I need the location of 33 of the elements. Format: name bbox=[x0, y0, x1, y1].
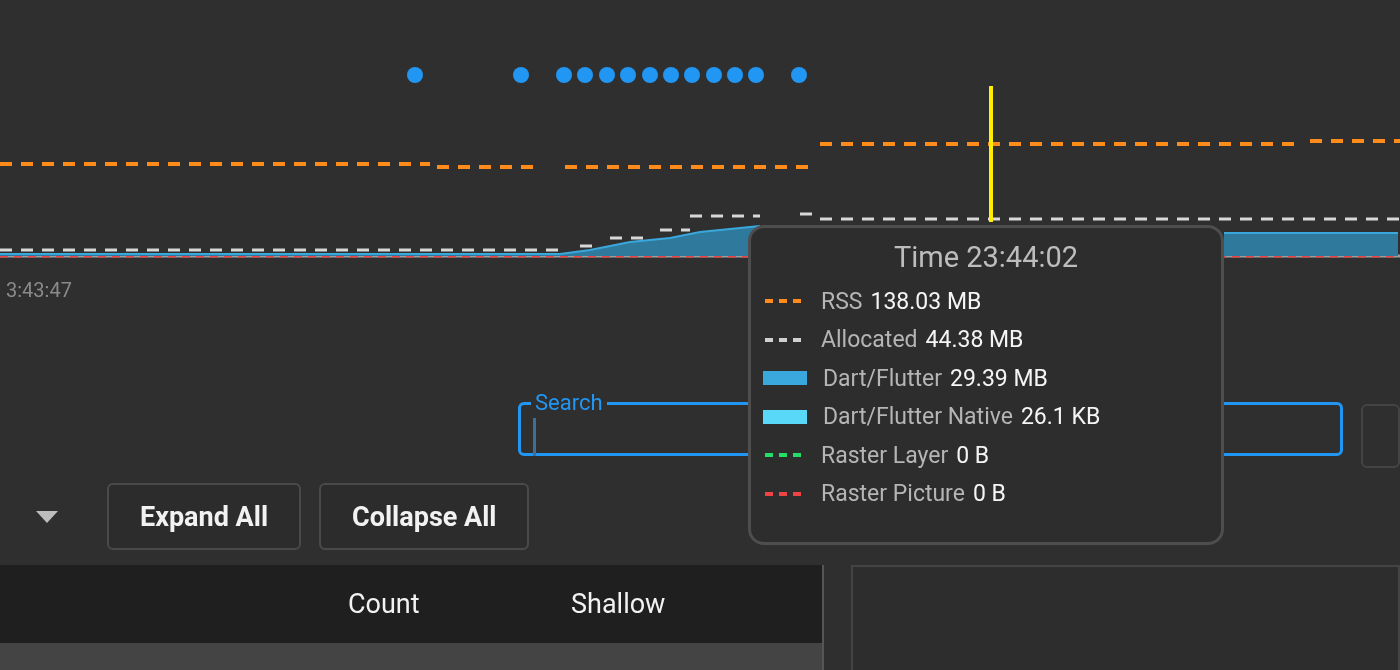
legend-label: Dart/Flutter Native bbox=[823, 403, 1013, 431]
event-marker bbox=[577, 67, 593, 83]
column-header[interactable]: Shallow bbox=[571, 588, 666, 620]
dropdown-arrow-icon[interactable] bbox=[36, 510, 58, 523]
event-marker bbox=[727, 67, 743, 83]
column-header[interactable]: Count bbox=[348, 588, 420, 620]
event-marker bbox=[706, 67, 722, 83]
legend-label: RSS bbox=[821, 287, 863, 315]
legend-value: 0 B bbox=[972, 480, 1006, 508]
toolbar-button[interactable]: Collapse All bbox=[319, 483, 530, 550]
legend-label: Raster Picture bbox=[821, 480, 965, 508]
event-marker bbox=[620, 67, 636, 83]
legend-value: 138.03 MB bbox=[870, 287, 982, 315]
time-axis-label: 3:43:47 bbox=[6, 278, 72, 302]
legend-value: 29.39 MB bbox=[950, 364, 1048, 392]
toolbar-button[interactable]: Expand All bbox=[107, 483, 302, 550]
legend-label: Dart/Flutter bbox=[823, 364, 942, 392]
event-marker bbox=[407, 67, 423, 83]
event-marker bbox=[599, 67, 615, 83]
legend-label: Raster Layer bbox=[821, 441, 949, 469]
legend-label: Allocated bbox=[821, 326, 918, 354]
legend-value: 26.1 KB bbox=[1020, 403, 1101, 431]
event-marker bbox=[556, 67, 572, 83]
event-marker bbox=[642, 67, 658, 83]
event-marker bbox=[684, 67, 700, 83]
event-marker bbox=[748, 67, 764, 83]
legend-value: 44.38 MB bbox=[925, 326, 1024, 354]
event-marker bbox=[663, 67, 679, 83]
event-marker bbox=[513, 67, 529, 83]
legend-value: 0 B bbox=[956, 441, 990, 469]
tooltip-title: Time 23:44:02 bbox=[892, 240, 1080, 274]
event-marker bbox=[791, 67, 807, 83]
text-cursor bbox=[533, 418, 536, 456]
